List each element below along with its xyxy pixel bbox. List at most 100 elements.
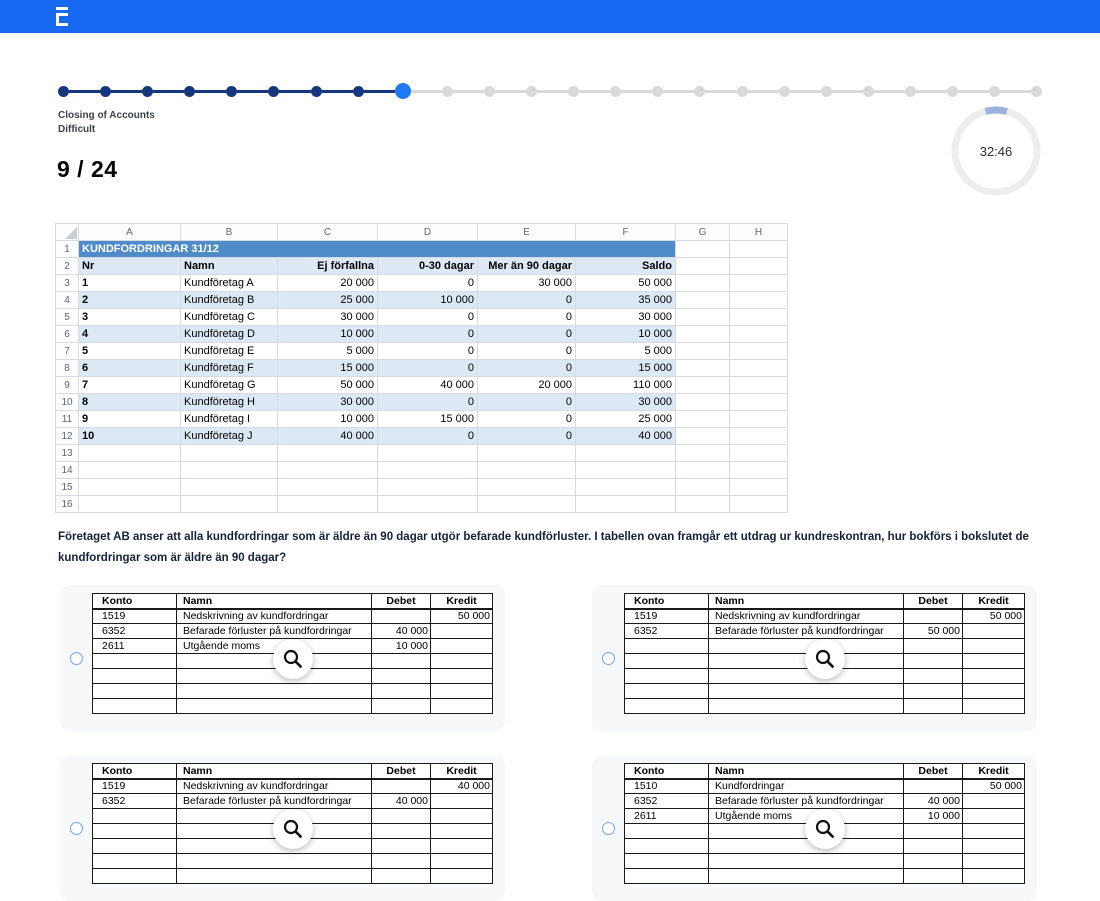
sheet-cell: Kundföretag I <box>181 411 278 428</box>
sheet-cell <box>730 292 788 309</box>
sheet-cell: 40 000 <box>378 377 478 394</box>
sheet-cell: 30 000 <box>278 309 378 326</box>
sheet-cell: 0 <box>478 343 576 360</box>
sheet-header-cell: Namn <box>181 258 278 275</box>
step-dot-6-done <box>268 86 279 97</box>
journal-header-konto: Konto <box>625 594 709 609</box>
sheet-cell: 0 <box>378 309 478 326</box>
radio-button-option-4[interactable] <box>602 822 615 835</box>
sheet-corner <box>56 224 79 241</box>
sheet-cell <box>79 479 181 496</box>
journal-cell <box>372 609 431 624</box>
step-dot-13-todo <box>568 86 579 97</box>
journal-cell: 2611 <box>93 639 177 654</box>
journal-cell <box>963 794 1025 809</box>
journal-cell <box>431 699 493 714</box>
journal-cell: 6352 <box>625 624 709 639</box>
step-dot-2-done <box>100 86 111 97</box>
step-segment <box>495 90 526 93</box>
step-segment <box>364 90 395 93</box>
question-counter: 9 / 24 <box>57 156 118 183</box>
sheet-row-number: 8 <box>56 360 79 377</box>
sheet-row-number: 9 <box>56 377 79 394</box>
sheet-cell <box>181 445 278 462</box>
sheet-cell: Kundföretag F <box>181 360 278 377</box>
step-dot-5-done <box>226 86 237 97</box>
journal-cell <box>709 854 904 869</box>
step-segment <box>237 90 268 93</box>
sheet-cell <box>730 496 788 513</box>
step-dot-9-current <box>395 83 411 99</box>
magnify-button-option-1[interactable] <box>273 639 313 679</box>
sheet-cell: 0 <box>478 411 576 428</box>
sheet-cell <box>478 462 576 479</box>
step-dot-22-todo <box>947 86 958 97</box>
radio-button-option-3[interactable] <box>70 822 83 835</box>
journal-cell <box>904 824 963 839</box>
journal-cell: Befarade förluster på kundfordringar <box>177 624 372 639</box>
journal-cell <box>963 854 1025 869</box>
sheet-cell <box>79 445 181 462</box>
journal-header-kredit: Kredit <box>963 764 1025 779</box>
sheet-row-number: 11 <box>56 411 79 428</box>
answer-option-2[interactable]: KontoNamnDebetKredit1519Nedskrivning av … <box>592 585 1037 731</box>
sheet-cell <box>730 241 788 258</box>
step-dot-16-todo <box>694 86 705 97</box>
sheet-cell: 8 <box>79 394 181 411</box>
step-segment <box>153 90 184 93</box>
app-logo-icon[interactable] <box>56 7 68 26</box>
journal-cell <box>963 839 1025 854</box>
journal-cell <box>177 699 372 714</box>
sheet-cell: 5 000 <box>278 343 378 360</box>
journal-cell: 10 000 <box>372 639 431 654</box>
step-segment <box>916 90 947 93</box>
journal-cell: 6352 <box>93 624 177 639</box>
sheet-row: 2NrNamnEj förfallna0-30 dagarMer än 90 d… <box>56 258 788 275</box>
radio-button-option-1[interactable] <box>70 652 83 665</box>
sheet-cell: 15 000 <box>576 360 676 377</box>
sheet-cell <box>278 496 378 513</box>
journal-cell: 1519 <box>93 779 177 794</box>
journal-cell <box>625 854 709 869</box>
answer-option-3[interactable]: KontoNamnDebetKredit1519Nedskrivning av … <box>60 755 505 901</box>
step-segment <box>111 90 142 93</box>
sheet-header-cell: Mer än 90 dagar <box>478 258 576 275</box>
sheet-cell: 15 000 <box>278 360 378 377</box>
journal-cell <box>372 669 431 684</box>
step-segment <box>958 90 989 93</box>
journal-cell: 40 000 <box>431 779 493 794</box>
journal-header-debet: Debet <box>904 594 963 609</box>
sheet-row-number: 10 <box>56 394 79 411</box>
answer-options: Konto Namn Debet Kredit 1519Nedskrivning av … <box>60 585 1037 901</box>
sheet-cell <box>730 411 788 428</box>
journal-cell <box>372 654 431 669</box>
journal-cell: Befarade förluster på kundfordringar <box>177 794 372 809</box>
journal-row: 1519Nedskrivning av kundfordringar40 000 <box>93 779 493 794</box>
sheet-row: 13 <box>56 445 788 462</box>
sheet-row-number: 4 <box>56 292 79 309</box>
journal-cell <box>372 809 431 824</box>
journal-cell <box>93 809 177 824</box>
journal-cell <box>431 684 493 699</box>
sheet-row-number: 7 <box>56 343 79 360</box>
journal-cell <box>625 839 709 854</box>
sheet-cell: 0 <box>478 292 576 309</box>
journal-cell <box>904 639 963 654</box>
journal-cell <box>963 624 1025 639</box>
magnify-button-option-3[interactable] <box>273 809 313 849</box>
journal-row <box>625 869 1025 884</box>
answer-option-4[interactable]: KontoNamnDebetKredit1510Kundfordringar50… <box>592 755 1037 901</box>
magnify-button-option-2[interactable] <box>805 639 845 679</box>
step-segment <box>748 90 779 93</box>
sheet-cell: Kundföretag B <box>181 292 278 309</box>
magnify-button-option-4[interactable] <box>805 809 845 849</box>
sheet-cell <box>478 496 576 513</box>
radio-button-option-2[interactable] <box>602 652 615 665</box>
sheet-cell: Kundföretag H <box>181 394 278 411</box>
sheet-cell <box>676 360 730 377</box>
sheet-cell: 0 <box>378 428 478 445</box>
journal-row <box>625 854 1025 869</box>
answer-option-1[interactable]: KontoNamnDebetKredit1519Nedskrivning av … <box>60 585 505 731</box>
journal-cell: 50 000 <box>431 609 493 624</box>
journal-header-namn: Namn <box>177 764 372 779</box>
